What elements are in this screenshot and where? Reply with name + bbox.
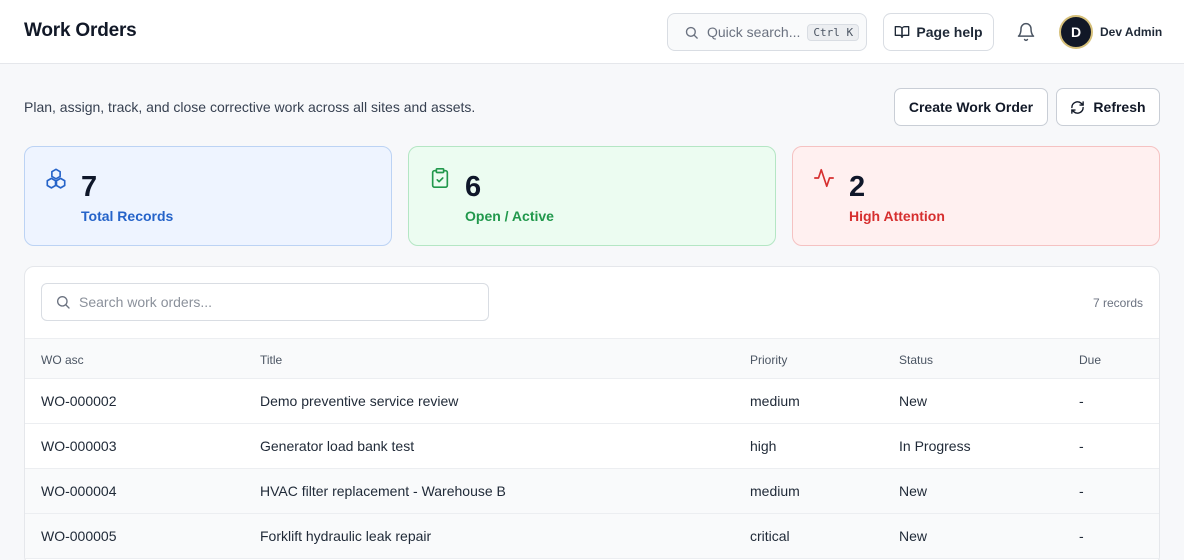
- refresh-icon: [1070, 100, 1085, 115]
- cell-title: HVAC filter replacement - Warehouse B: [260, 483, 506, 499]
- cell-due: -: [1079, 438, 1084, 454]
- cell-wo: WO-000004: [41, 483, 117, 499]
- cell-wo: WO-000002: [41, 393, 117, 409]
- user-name[interactable]: Dev Admin: [1100, 25, 1162, 39]
- refresh-button[interactable]: Refresh: [1056, 88, 1160, 126]
- cell-status: In Progress: [899, 438, 971, 454]
- cell-status: New: [899, 393, 928, 409]
- page-subtitle: Plan, assign, track, and close correctiv…: [24, 99, 476, 115]
- table-header: WO asc Title Priority Status Due: [25, 338, 1159, 379]
- column-header-status[interactable]: Status: [899, 353, 933, 367]
- stat-card-open-active: 6 Open / Active: [408, 146, 776, 246]
- bell-icon[interactable]: [1016, 22, 1036, 42]
- column-header-due[interactable]: Due: [1079, 353, 1101, 367]
- table-row[interactable]: WO-000005 Forklift hydraulic leak repair…: [25, 514, 1159, 559]
- cell-title: Generator load bank test: [260, 438, 415, 454]
- cell-due: -: [1079, 393, 1084, 409]
- stat-card-high-attention: 2 High Attention: [792, 146, 1160, 246]
- table-row[interactable]: WO-000004 HVAC filter replacement - Ware…: [25, 469, 1159, 514]
- stat-value: 7: [81, 171, 98, 203]
- boxes-icon: [45, 167, 67, 189]
- keyboard-shortcut-badge: Ctrl K: [807, 23, 860, 41]
- clipboard-check-icon: [429, 167, 451, 189]
- cell-priority: high: [750, 438, 777, 454]
- stat-card-total-records: 7 Total Records: [24, 146, 392, 246]
- page-help-label: Page help: [916, 24, 983, 40]
- stat-label: Open / Active: [465, 208, 554, 224]
- stat-value: 2: [849, 171, 866, 203]
- page-help-button[interactable]: Page help: [883, 13, 994, 51]
- page-title: Work Orders: [24, 20, 137, 41]
- activity-icon: [813, 167, 835, 189]
- column-header-title[interactable]: Title: [260, 353, 282, 367]
- stat-label: Total Records: [81, 208, 174, 224]
- cell-status: New: [899, 528, 928, 544]
- cell-priority: medium: [750, 393, 800, 409]
- stat-label: High Attention: [849, 208, 945, 224]
- record-count: 7 records: [1092, 296, 1143, 310]
- search-icon: [55, 294, 71, 310]
- quick-search-button[interactable]: Quick search... Ctrl K: [667, 13, 867, 51]
- table-search[interactable]: [41, 283, 489, 321]
- search-input[interactable]: [79, 294, 459, 310]
- cell-priority: medium: [750, 483, 800, 499]
- cell-due: -: [1079, 528, 1084, 544]
- cell-priority: critical: [750, 528, 790, 544]
- column-header-priority[interactable]: Priority: [750, 353, 787, 367]
- refresh-label: Refresh: [1093, 99, 1146, 115]
- quick-search-placeholder: Quick search...: [707, 24, 801, 40]
- stat-value: 6: [465, 171, 482, 203]
- cell-status: New: [899, 483, 928, 499]
- book-open-icon: [894, 24, 910, 40]
- top-bar: Work Orders Quick search... Ctrl K Page …: [0, 0, 1184, 64]
- cell-wo: WO-000005: [41, 528, 117, 544]
- work-orders-table-panel: 7 records WO asc Title Priority Status D…: [24, 266, 1160, 560]
- table-row[interactable]: WO-000002 Demo preventive service review…: [25, 379, 1159, 424]
- table-row[interactable]: WO-000003 Generator load bank test high …: [25, 424, 1159, 469]
- avatar[interactable]: D: [1059, 15, 1093, 49]
- column-header-wo[interactable]: WO asc: [41, 353, 84, 367]
- cell-due: -: [1079, 483, 1084, 499]
- create-work-order-button[interactable]: Create Work Order: [894, 88, 1048, 126]
- search-icon: [684, 25, 699, 40]
- cell-wo: WO-000003: [41, 438, 117, 454]
- cell-title: Forklift hydraulic leak repair: [260, 528, 432, 544]
- cell-title: Demo preventive service review: [260, 393, 459, 409]
